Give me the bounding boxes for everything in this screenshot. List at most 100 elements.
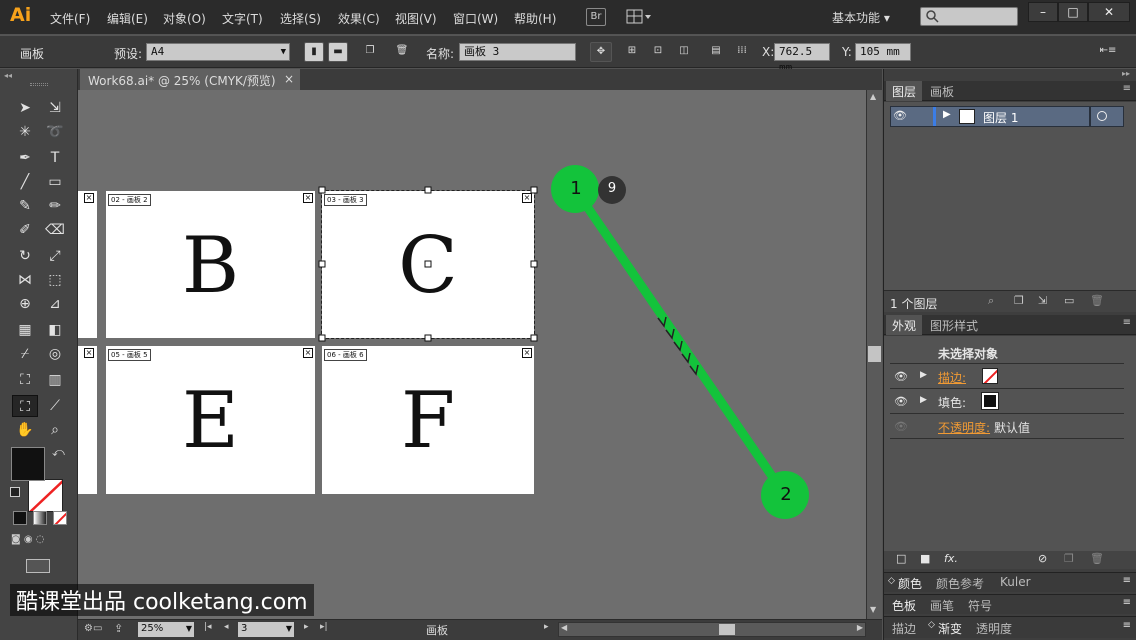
make-clipping-mask-icon[interactable]: ❐ [1014, 294, 1024, 307]
delete-icon[interactable]: 🗑 [1090, 294, 1104, 307]
gradient-mode-icon[interactable] [33, 511, 47, 525]
y-input[interactable]: 105 mm [855, 43, 911, 61]
status-menu-icon[interactable]: ▸ [544, 622, 549, 632]
drawing-mode-icons[interactable]: ◙ ◉ ◌ [11, 534, 71, 550]
zoom-tool-icon[interactable]: ⌕ [42, 419, 68, 441]
bridge-button[interactable]: Br [586, 8, 606, 26]
close-window-button[interactable]: ✕ [1088, 2, 1130, 22]
type-tool-icon[interactable]: T [42, 147, 68, 169]
document-tab[interactable]: Work68.ai* @ 25% (CMYK/预览) × [80, 69, 300, 90]
panel-menu-icon[interactable]: ≡ [1123, 83, 1131, 94]
fill-swatch[interactable] [981, 392, 999, 410]
menu-file[interactable]: 文件(F) [50, 10, 90, 27]
shape-builder-tool-icon[interactable]: ⊕ [12, 293, 38, 315]
delete-artboard-icon[interactable]: 🗑 [392, 42, 412, 62]
new-artboard-icon[interactable]: ❐ [360, 42, 380, 62]
opacity-row[interactable]: 👁 不透明度: 默认值 [890, 415, 1124, 439]
scroll-up-icon[interactable]: ▲ [870, 92, 876, 101]
pen-tool-icon[interactable]: ✒ [12, 147, 38, 169]
resize-handle[interactable] [530, 186, 538, 194]
menu-select[interactable]: 选择(S) [280, 10, 321, 27]
rotate-tool-icon[interactable]: ↻ [12, 245, 38, 267]
landscape-button[interactable]: ▬ [328, 42, 348, 62]
width-tool-icon[interactable]: ⋈ [12, 269, 38, 291]
scroll-right-icon[interactable]: ▶ [857, 623, 863, 632]
search-icon[interactable]: ⌕ [988, 294, 994, 308]
resize-handle[interactable] [318, 186, 326, 194]
tab-symbols[interactable]: 符号 [968, 597, 992, 614]
previous-artboard-icon[interactable]: ◂ [224, 622, 229, 632]
tab-transparency[interactable]: 透明度 [976, 620, 1012, 637]
menu-effect[interactable]: 效果(C) [338, 10, 380, 27]
grip-icon[interactable] [30, 83, 48, 86]
panel-menu-icon[interactable]: ≡ [1123, 317, 1131, 328]
menu-view[interactable]: 视图(V) [395, 10, 437, 27]
selection-tool-icon[interactable]: ➤ [12, 97, 38, 119]
gradient-tool-icon[interactable]: ◧ [42, 319, 68, 341]
resize-handle[interactable] [318, 260, 326, 268]
panel-menu-icon[interactable]: ≡ [1123, 620, 1131, 631]
new-layer-icon[interactable]: ▭ [1064, 294, 1074, 307]
preset-select[interactable]: A4 ▼ [146, 43, 290, 61]
tab-stroke[interactable]: 描边 [892, 620, 916, 637]
mesh-tool-icon[interactable]: ▦ [12, 319, 38, 341]
artboard-name-input[interactable]: 画板 3 [459, 43, 576, 61]
direct-selection-tool-icon[interactable]: ⇲ [42, 97, 68, 119]
rectangle-tool-icon[interactable]: ▭ [42, 171, 68, 193]
tab-swatches[interactable]: 色板 [892, 597, 916, 614]
minimize-button[interactable]: – [1028, 2, 1058, 22]
show-safe-area-icon[interactable]: ◫ [674, 42, 694, 62]
vertical-scrollbar[interactable]: ▲ ▼ [866, 90, 882, 619]
last-artboard-icon[interactable]: ▸| [320, 622, 328, 632]
blob-brush-tool-icon[interactable]: ✐ [12, 219, 38, 241]
screen-mode-icon[interactable] [26, 559, 50, 573]
panel-menu-icon[interactable]: ⇤≡ [1098, 42, 1118, 62]
next-artboard-icon[interactable]: ▸ [304, 622, 309, 632]
resize-handle[interactable] [530, 260, 538, 268]
show-cross-hairs-icon[interactable]: ⊡ [648, 42, 668, 62]
tab-appearance[interactable]: 外观 [886, 315, 923, 335]
hand-tool-icon[interactable]: ✋ [12, 419, 38, 441]
tab-kuler[interactable]: Kuler [1000, 575, 1031, 589]
resize-handle[interactable] [318, 334, 326, 342]
add-stroke-icon[interactable]: □ [896, 552, 906, 565]
pencil-tool-icon[interactable]: ✏ [42, 195, 68, 217]
show-center-mark-icon[interactable]: ⊞ [622, 42, 642, 62]
menu-edit[interactable]: 编辑(E) [107, 10, 148, 27]
layer-row[interactable]: 👁 ▶ 图层 1 [890, 106, 1124, 127]
fill-row[interactable]: 👁 ▶ 填色: [890, 390, 1124, 414]
scale-tool-icon[interactable]: ⤢ [42, 245, 68, 267]
panel-menu-icon[interactable]: ≡ [1123, 575, 1131, 586]
resize-handle[interactable] [530, 334, 538, 342]
tab-artboards[interactable]: 画板 [924, 81, 960, 101]
tab-brushes[interactable]: 画笔 [930, 597, 954, 614]
panel-menu-icon[interactable]: ≡ [1123, 597, 1131, 608]
tab-layers[interactable]: 图层 [886, 81, 923, 101]
scroll-thumb[interactable] [719, 624, 735, 635]
reference-point-icon[interactable]: ⁞⁞⁞ [732, 42, 752, 62]
horizontal-scrollbar[interactable]: ◀ ▶ [558, 622, 866, 637]
expand-triangle-icon[interactable]: ▶ [920, 395, 927, 405]
artboard-number-select[interactable]: 3 ▼ [238, 622, 294, 637]
scroll-down-icon[interactable]: ▼ [870, 605, 876, 614]
tab-color[interactable]: 颜色 [898, 575, 922, 592]
fill-swatch[interactable] [11, 447, 45, 481]
fx-icon[interactable]: fx. [944, 552, 958, 565]
artboard-options-icon[interactable]: ▤ [706, 42, 726, 62]
slice-tool-icon[interactable]: ⟋ [42, 395, 68, 417]
scroll-thumb[interactable] [868, 346, 881, 362]
stroke-label[interactable]: 描边: [938, 369, 966, 386]
layer-name[interactable]: 图层 1 [983, 109, 1018, 126]
close-tab-icon[interactable]: × [284, 72, 294, 86]
color-mode-icon[interactable] [13, 511, 27, 525]
scroll-left-icon[interactable]: ◀ [561, 623, 567, 632]
share-icon[interactable]: ⇪ [114, 622, 123, 635]
magic-wand-tool-icon[interactable]: ✳ [12, 121, 38, 143]
expand-triangle-icon[interactable]: ▶ [943, 109, 951, 120]
paintbrush-tool-icon[interactable]: ✎ [12, 195, 38, 217]
search-input[interactable] [920, 7, 1018, 26]
menu-type[interactable]: 文字(T) [222, 10, 263, 27]
panel-toggle-icon[interactable]: ◇ [888, 576, 895, 586]
delete-icon[interactable]: 🗑 [1090, 552, 1104, 565]
clear-appearance-icon[interactable]: ⊘ [1038, 552, 1047, 565]
